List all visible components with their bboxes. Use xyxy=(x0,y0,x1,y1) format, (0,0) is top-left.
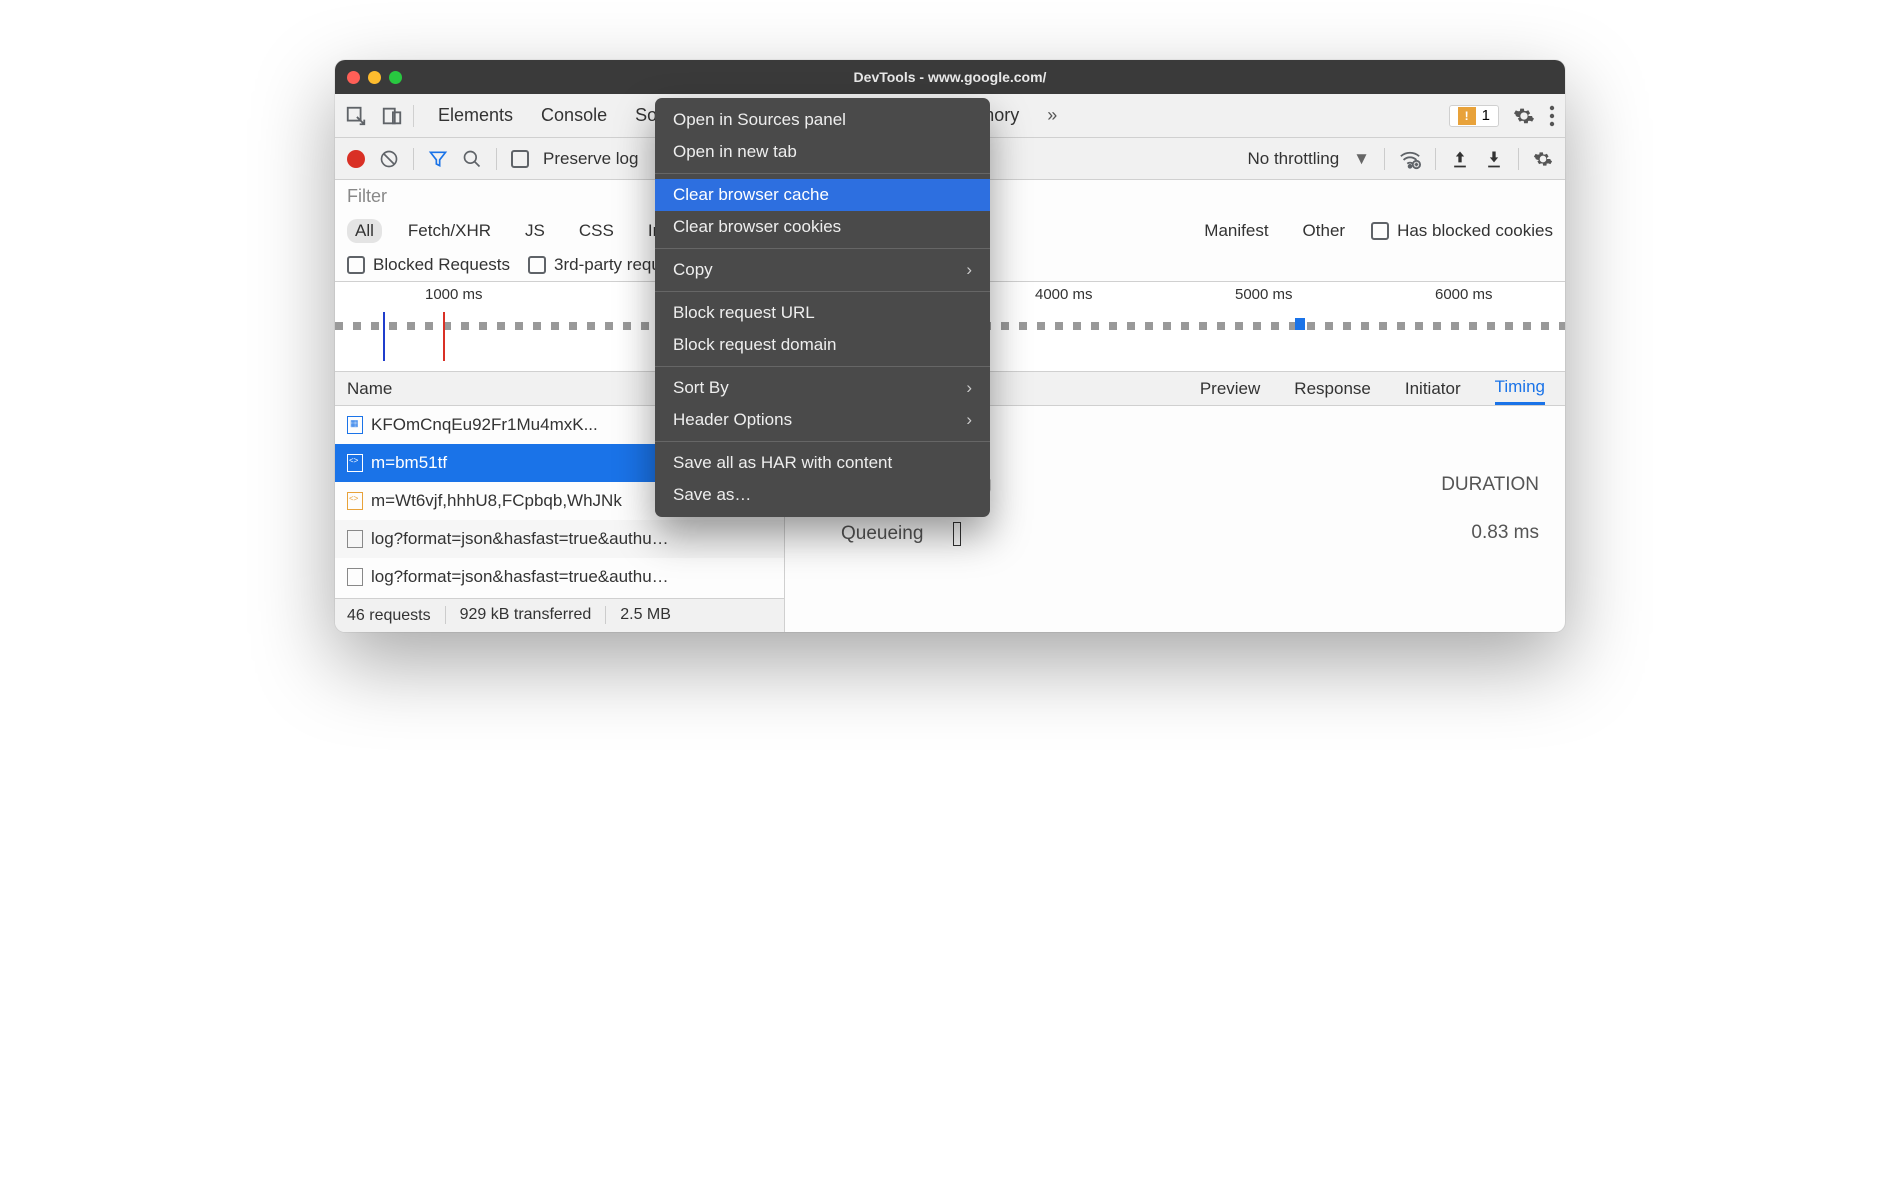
blocked-requests-checkbox[interactable] xyxy=(347,256,365,274)
file-type-icon xyxy=(347,530,363,548)
device-toggle-icon[interactable] xyxy=(381,105,403,127)
status-transferred: 929 kB transferred xyxy=(445,606,592,624)
overview-load-marker xyxy=(443,312,445,361)
throttling-dropdown-icon[interactable]: ▼ xyxy=(1353,149,1370,169)
ctx-save-as[interactable]: Save as… xyxy=(655,479,990,511)
detail-tab-initiator[interactable]: Initiator xyxy=(1405,379,1461,399)
status-requests: 46 requests xyxy=(347,607,431,625)
ctx-block-url[interactable]: Block request URL xyxy=(655,297,990,329)
request-name: m=Wt6vjf,hhhU8,FCpbqb,WhJNk xyxy=(371,491,622,511)
filter-funnel-icon[interactable] xyxy=(428,149,448,169)
blocked-requests-label: Blocked Requests xyxy=(373,255,510,275)
request-name: log?format=json&hasfast=true&authu… xyxy=(371,529,669,549)
ctx-open-new-tab[interactable]: Open in new tab xyxy=(655,136,990,168)
filter-type-all[interactable]: All xyxy=(347,219,382,243)
settings-gear-icon[interactable] xyxy=(1513,105,1535,127)
detail-tab-preview[interactable]: Preview xyxy=(1200,379,1260,399)
request-row[interactable]: log?format=json&hasfast=true&authu… xyxy=(335,558,784,596)
network-conditions-icon[interactable] xyxy=(1399,148,1421,170)
has-blocked-cookies-checkbox[interactable] xyxy=(1371,222,1389,240)
timing-queue-bar xyxy=(953,522,961,546)
timing-queue-value: 0.83 ms xyxy=(1471,522,1539,546)
filter-type-fetchxhr[interactable]: Fetch/XHR xyxy=(400,219,499,243)
overview-tick: 4000 ms xyxy=(1035,286,1093,303)
file-type-icon xyxy=(347,416,363,434)
detail-tab-timing[interactable]: Timing xyxy=(1495,372,1545,405)
overview-domcontent-marker xyxy=(383,312,385,361)
request-row[interactable]: log?format=json&hasfast=true&authu… xyxy=(335,520,784,558)
ctx-clear-cookies[interactable]: Clear browser cookies xyxy=(655,211,990,243)
tabbar-left-tools xyxy=(345,105,414,127)
request-name: m=bm51tf xyxy=(371,453,447,473)
status-resources: 2.5 MB xyxy=(605,606,671,624)
inspect-element-icon[interactable] xyxy=(345,105,367,127)
titlebar: DevTools - www.google.com/ xyxy=(335,60,1565,94)
chevron-right-icon: › xyxy=(966,260,972,280)
minimize-window-button[interactable] xyxy=(368,71,381,84)
clear-icon[interactable] xyxy=(379,149,399,169)
chevron-right-icon: › xyxy=(966,410,972,430)
overview-tick: 6000 ms xyxy=(1435,286,1493,303)
context-menu: Open in Sources panel Open in new tab Cl… xyxy=(655,98,990,517)
preserve-log-checkbox[interactable] xyxy=(511,150,529,168)
devtools-window: DevTools - www.google.com/ Elements Cons… xyxy=(335,60,1565,632)
ctx-copy[interactable]: Copy› xyxy=(655,254,990,286)
ctx-open-sources[interactable]: Open in Sources panel xyxy=(655,104,990,136)
filter-type-other[interactable]: Other xyxy=(1295,219,1354,243)
throttling-select[interactable]: No throttling xyxy=(1248,149,1340,169)
file-type-icon xyxy=(347,492,363,510)
file-type-icon xyxy=(347,454,363,472)
import-har-icon[interactable] xyxy=(1450,149,1470,169)
request-name: log?format=json&hasfast=true&authu… xyxy=(371,567,669,587)
more-menu-kebab-icon[interactable] xyxy=(1549,105,1555,127)
tab-console[interactable]: Console xyxy=(541,105,607,126)
export-har-icon[interactable] xyxy=(1484,149,1504,169)
filter-type-js[interactable]: JS xyxy=(517,219,553,243)
file-type-icon xyxy=(347,568,363,586)
issues-badge[interactable]: ! 1 xyxy=(1449,105,1499,127)
record-button[interactable] xyxy=(347,150,365,168)
has-blocked-cookies-label: Has blocked cookies xyxy=(1397,221,1553,241)
filter-type-css[interactable]: CSS xyxy=(571,219,622,243)
network-settings-icon[interactable] xyxy=(1533,149,1553,169)
overview-request-marker xyxy=(1295,318,1305,330)
ctx-block-domain[interactable]: Block request domain xyxy=(655,329,990,361)
filter-type-manifest[interactable]: Manifest xyxy=(1196,219,1276,243)
filter-input[interactable]: Filter xyxy=(347,186,387,207)
issues-count: 1 xyxy=(1482,107,1490,124)
maximize-window-button[interactable] xyxy=(389,71,402,84)
request-name: KFOmCnqEu92Fr1Mu4mxK... xyxy=(371,415,598,435)
chevron-right-icon: › xyxy=(966,378,972,398)
timing-duration-header: DURATION xyxy=(1441,474,1539,496)
ctx-header-options[interactable]: Header Options› xyxy=(655,404,990,436)
close-window-button[interactable] xyxy=(347,71,360,84)
overview-tick: 5000 ms xyxy=(1235,286,1293,303)
search-icon[interactable] xyxy=(462,149,482,169)
ctx-save-har[interactable]: Save all as HAR with content xyxy=(655,447,990,479)
window-controls xyxy=(347,71,402,84)
more-tabs-chevron-icon[interactable]: » xyxy=(1047,105,1057,126)
preserve-log-label: Preserve log xyxy=(543,149,638,169)
ctx-clear-cache[interactable]: Clear browser cache xyxy=(655,179,990,211)
ctx-sort-by[interactable]: Sort By› xyxy=(655,372,990,404)
detail-tab-response[interactable]: Response xyxy=(1294,379,1371,399)
timing-queueing-label: Queueing xyxy=(841,523,923,545)
warning-icon: ! xyxy=(1458,107,1476,125)
request-status-bar: 46 requests 929 kB transferred 2.5 MB xyxy=(335,598,784,632)
tab-elements[interactable]: Elements xyxy=(438,105,513,126)
third-party-checkbox[interactable] xyxy=(528,256,546,274)
overview-tick: 1000 ms xyxy=(425,286,483,303)
window-title: DevTools - www.google.com/ xyxy=(335,69,1565,85)
